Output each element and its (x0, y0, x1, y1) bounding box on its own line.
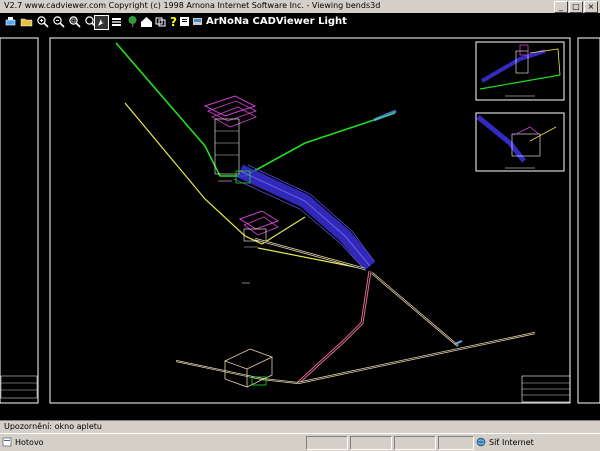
internet-zone-icon (476, 437, 486, 447)
right-title-block (521, 375, 571, 403)
applet-warning-bar: Upozornění: okno apletu (0, 420, 600, 433)
pan-icon[interactable] (94, 15, 109, 30)
drawing-canvas[interactable]: · (0, 31, 600, 420)
status-left: Hotovo (2, 436, 302, 448)
browser-statusbar: Hotovo Síť Internet (0, 433, 600, 451)
status-text: Hotovo (15, 437, 44, 447)
close-button[interactable]: × (584, 1, 598, 13)
tree-icon[interactable] (126, 15, 139, 28)
left-panel-frame (0, 37, 39, 404)
page-icon (2, 437, 12, 447)
layers-icon[interactable] (110, 15, 123, 28)
zone-text: Síť Internet (489, 437, 534, 447)
left-title-block (0, 375, 38, 399)
views-icon[interactable] (154, 15, 167, 28)
status-cell-1 (306, 436, 348, 450)
bottom-equipment (223, 348, 274, 388)
beige-pipe-left (175, 360, 299, 384)
svg-text:·: · (312, 200, 313, 204)
window-controls: _ □ × (554, 1, 598, 13)
open-icon[interactable] (20, 15, 33, 28)
pink-riser (296, 270, 372, 385)
applet-warning-text: Upozornění: okno apletu (4, 422, 102, 431)
inset-view-bottom (475, 112, 565, 172)
green-pipe (115, 42, 396, 177)
home-icon[interactable] (140, 15, 153, 28)
minimize-button[interactable]: _ (554, 1, 568, 13)
sheet-border (49, 37, 571, 404)
status-cell-3 (394, 436, 436, 450)
right-panel-frame (577, 37, 600, 404)
cad-toolbar: ? ArNoNa CADViewer Light (0, 13, 600, 31)
zoom-in-icon[interactable] (36, 15, 49, 28)
zoom-out-icon[interactable] (52, 15, 65, 28)
maximize-button[interactable]: □ (569, 1, 583, 13)
app-brand: ArNoNa CADViewer Light (206, 16, 347, 27)
yellow-pipe (124, 102, 361, 269)
status-cell-4 (438, 436, 474, 450)
info-icon[interactable] (178, 15, 191, 28)
svg-text:?: ? (170, 15, 177, 28)
window-title: V2.7 www.cadviewer.com Copyright (c) 199… (4, 1, 381, 10)
status-cell-2 (350, 436, 392, 450)
inset-view-top (475, 41, 565, 101)
zoom-window-icon[interactable] (68, 15, 81, 28)
title-bar: V2.7 www.cadviewer.com Copyright (c) 199… (0, 0, 600, 13)
magenta-equipment-middle (238, 210, 280, 248)
print-icon[interactable] (4, 15, 17, 28)
cad-drawing[interactable]: · (0, 31, 600, 420)
settings-icon[interactable] (191, 15, 204, 28)
security-zone: Síť Internet (476, 436, 534, 448)
